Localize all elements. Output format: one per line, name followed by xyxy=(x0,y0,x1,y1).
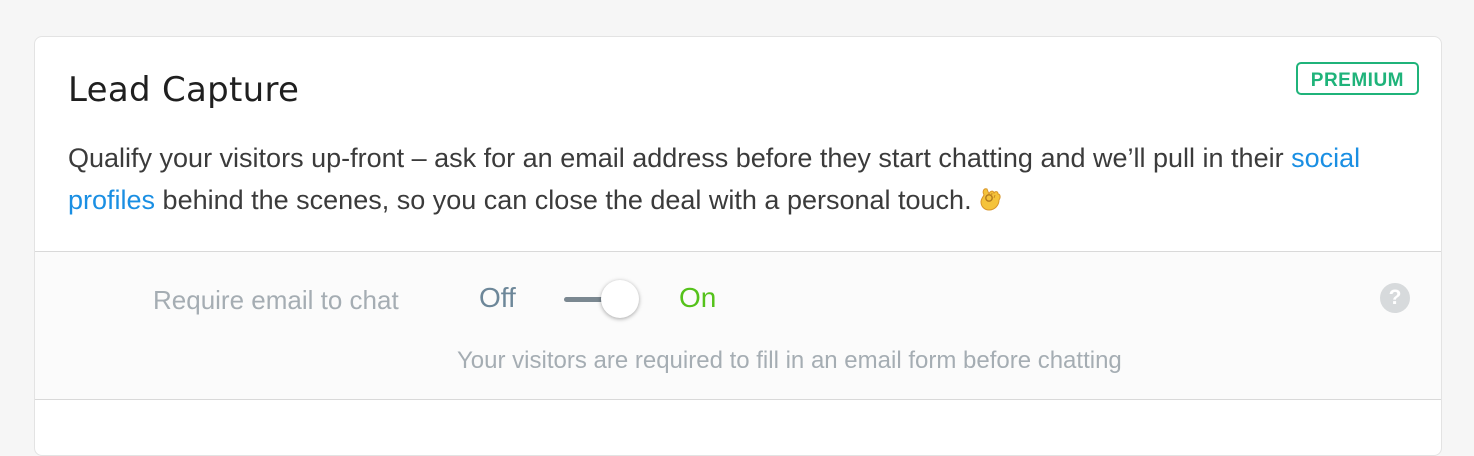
toggle-on-label[interactable]: On xyxy=(679,282,716,314)
question-mark-icon[interactable]: ? xyxy=(1380,283,1410,313)
premium-badge: PREMIUM xyxy=(1295,62,1419,95)
section-divider-bottom xyxy=(35,399,1441,400)
description-text-end: behind the scenes, so you can close the … xyxy=(155,185,972,215)
toggle-off-label[interactable]: Off xyxy=(479,282,516,314)
require-email-setting-row xyxy=(35,252,1441,399)
require-email-toggle[interactable] xyxy=(564,279,644,319)
card-title: Lead Capture xyxy=(68,70,300,110)
require-email-hint: Your visitors are required to fill in an… xyxy=(457,347,1122,374)
lead-capture-card: Lead Capture PREMIUM Qualify your visito… xyxy=(34,36,1442,456)
card-description: Qualify your visitors up-front – ask for… xyxy=(68,137,1418,221)
ok-hand-emoji-icon xyxy=(978,182,1002,211)
require-email-label: Require email to chat xyxy=(153,285,399,315)
toggle-knob[interactable] xyxy=(601,280,639,318)
description-text-start: Qualify your visitors up-front – ask for… xyxy=(68,143,1292,173)
